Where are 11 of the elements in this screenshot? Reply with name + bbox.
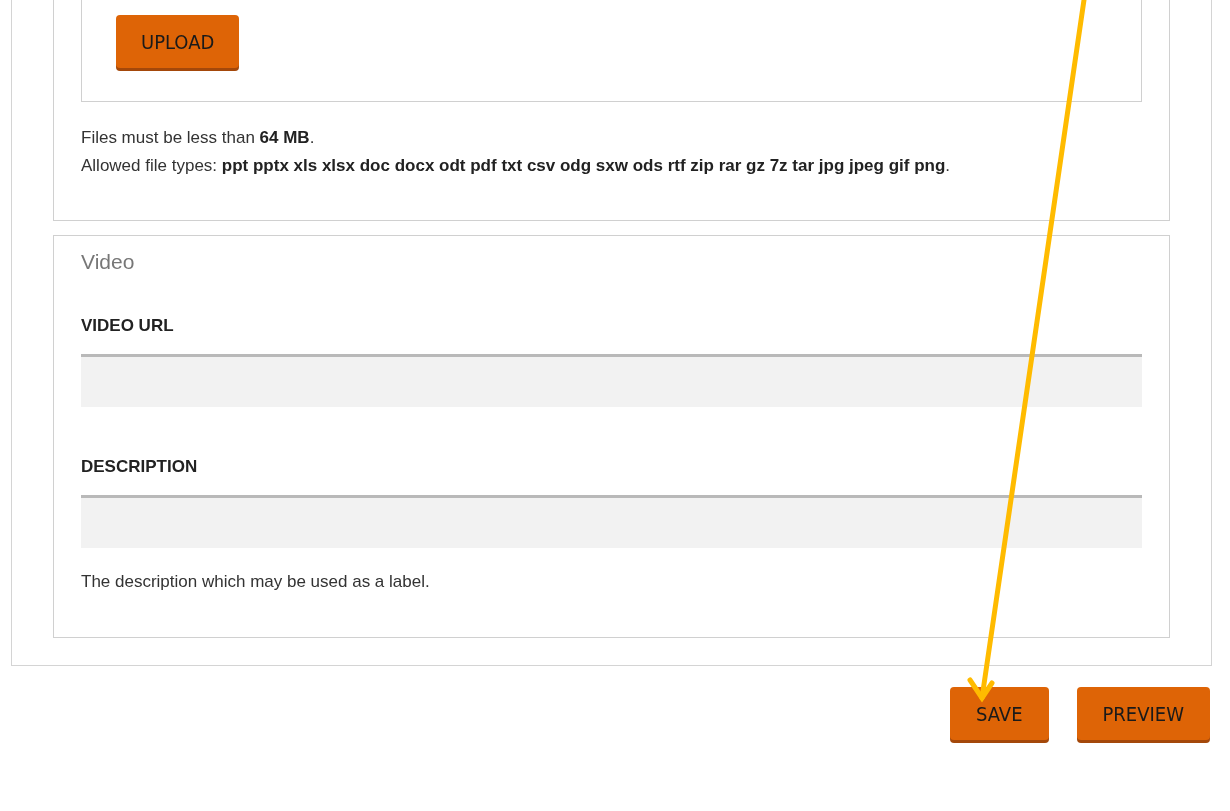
input-field[interactable] [81, 495, 1142, 548]
field-label: DESCRIPTION [81, 457, 199, 477]
file-rule-text: Allowed file types: ppt pptx xls xlsx doc docx odt pdf txt csv odg sxw ods rtf zip rar gz 7z tar jpg jpeg gif png. [81, 155, 952, 177]
file-rule-text: Files must be less than 64 MB. [81, 127, 316, 149]
help-text: The description which may be used as a label. [81, 572, 431, 592]
fieldset-legend: Video [81, 250, 1142, 274]
input-field[interactable] [81, 354, 1142, 407]
upload-button[interactable]: UPLOAD [116, 15, 240, 68]
save-button[interactable]: SAVE [950, 687, 1049, 740]
field-label: VIDEO URL [81, 316, 175, 336]
preview-button[interactable]: PREVIEW [1076, 687, 1210, 740]
